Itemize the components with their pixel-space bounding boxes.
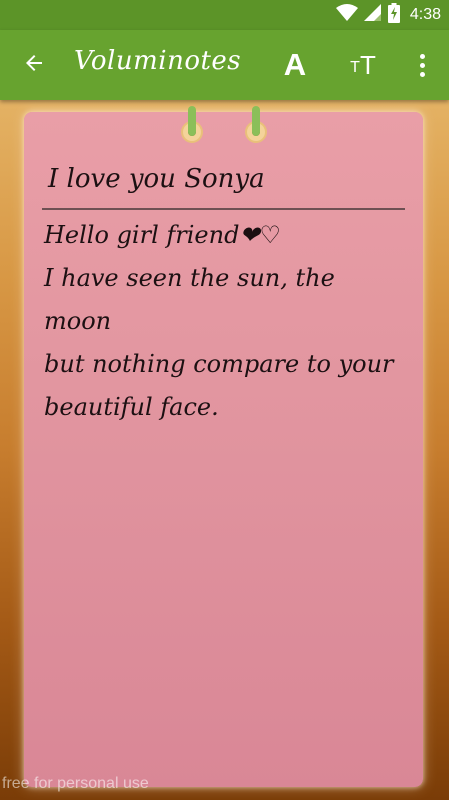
- binder-ring-right: [252, 106, 260, 136]
- status-time: 4:38: [409, 6, 441, 23]
- battery-charging-icon: [387, 3, 400, 27]
- status-icons: 4:38: [335, 0, 441, 30]
- title-divider: [42, 208, 405, 210]
- more-vertical-icon-dot: [419, 53, 425, 59]
- watermark-text: free for personal use: [2, 775, 149, 792]
- text-size-button[interactable]: T T: [346, 44, 380, 86]
- more-options-button[interactable]: [410, 44, 434, 86]
- text-size-big-glyph: T: [359, 50, 376, 80]
- arrow-left-icon: [22, 51, 46, 79]
- app-toolbar: Voluminotes A T T: [0, 30, 449, 100]
- more-vertical-icon-dot: [419, 62, 425, 68]
- back-button[interactable]: [14, 45, 54, 85]
- text-size-small-glyph: T: [350, 59, 360, 76]
- note-body[interactable]: Hello girl friend❤♡ I have seen the sun,…: [44, 214, 404, 429]
- cellular-signal-icon: [363, 4, 382, 26]
- more-vertical-icon-dot: [419, 71, 425, 77]
- font-style-button[interactable]: A: [280, 44, 310, 86]
- note-title[interactable]: I love you Sonya: [48, 164, 398, 194]
- status-bar: 4:38: [0, 0, 449, 30]
- wifi-icon: [335, 4, 358, 26]
- app-title: Voluminotes: [74, 46, 242, 76]
- binder-ring-left: [188, 106, 196, 136]
